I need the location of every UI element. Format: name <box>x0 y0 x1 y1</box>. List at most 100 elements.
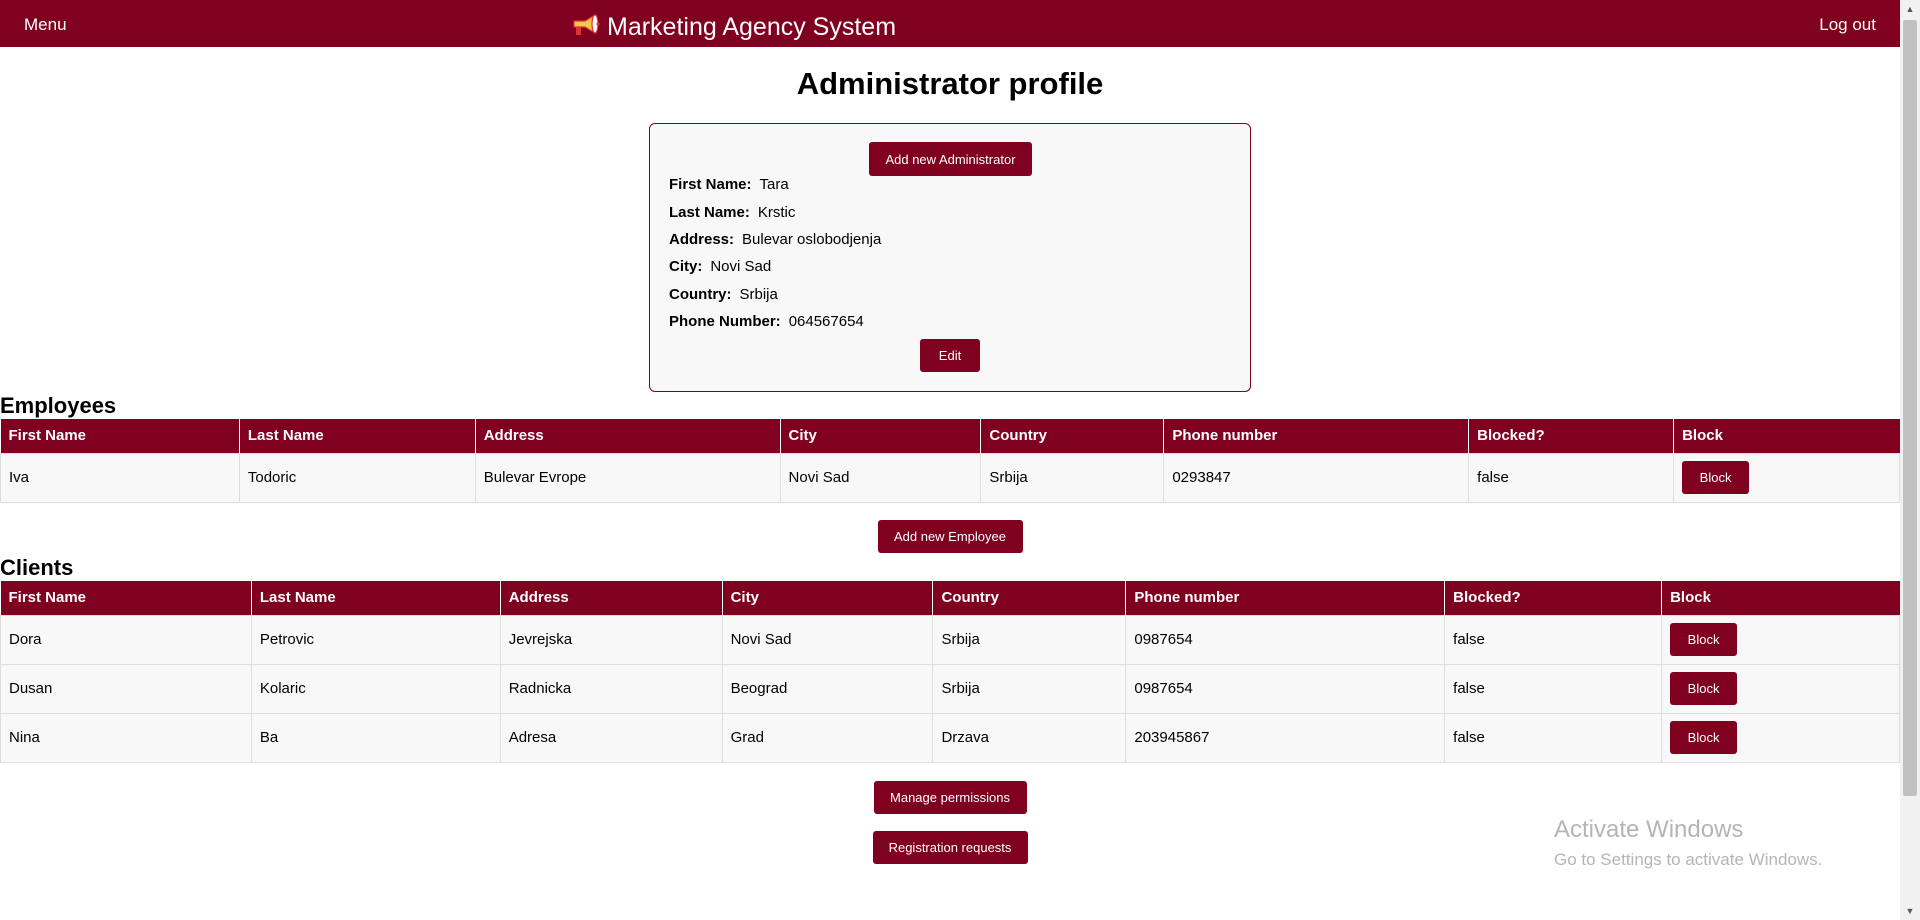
manage-permissions-button[interactable]: Manage permissions <box>873 781 1027 814</box>
cell-country: Drzava <box>932 712 1127 763</box>
field-label: City: <box>669 258 703 275</box>
cell-phone: 0987654 <box>1125 614 1446 665</box>
cell-last-name: Ba <box>250 712 501 763</box>
activate-windows-watermark: Activate Windows Go to Settings to activ… <box>1554 816 1822 870</box>
registration-requests-button[interactable]: Registration requests <box>872 831 1028 864</box>
add-employee-row: Add new Employee <box>0 520 1900 553</box>
page-title: Administrator profile <box>796 66 1104 101</box>
table-row: Iva Todoric Bulevar Evrope Novi Sad Srbi… <box>0 452 1900 503</box>
scroll-up-icon[interactable]: ▲ <box>1900 0 1920 18</box>
profile-card: Add new Administrator First Name: Tara L… <box>649 123 1251 392</box>
column-header: City <box>721 581 933 615</box>
cell-city: Novi Sad <box>721 614 934 665</box>
app-title: Marketing Agency System <box>571 12 896 43</box>
cell-blocked: false <box>1444 614 1663 665</box>
menu-button[interactable]: Menu <box>24 15 67 35</box>
block-client-button[interactable]: Block <box>1670 623 1738 656</box>
field-address: Address: Bulevar oslobodjenja <box>669 231 881 248</box>
cell-address: Bulevar Evrope <box>474 452 781 503</box>
block-client-button[interactable]: Block <box>1670 721 1738 754</box>
block-client-button[interactable]: Block <box>1670 672 1738 705</box>
table-row: Nina Ba Adresa Grad Drzava 203945867 fal… <box>0 712 1900 763</box>
column-header: First Name <box>0 419 240 453</box>
cell-first-name: Dora <box>0 614 252 665</box>
column-header: Country <box>980 419 1164 453</box>
table-row: Dora Petrovic Jevrejska Novi Sad Srbija … <box>0 614 1900 665</box>
cell-city: Grad <box>721 712 934 763</box>
cell-blocked: false <box>1444 712 1663 763</box>
cell-country: Srbija <box>932 614 1127 665</box>
column-header: Country <box>932 581 1126 615</box>
clients-heading: Clients <box>0 555 74 580</box>
app-title-text: Marketing Agency System <box>607 13 897 41</box>
field-value: Srbija <box>739 286 778 303</box>
cell-last-name: Todoric <box>238 452 476 503</box>
cell-action: Block <box>1661 614 1900 665</box>
add-administrator-button[interactable]: Add new Administrator <box>869 142 1032 176</box>
cell-action: Block <box>1661 712 1900 763</box>
field-label: Address: <box>669 231 735 248</box>
cell-first-name: Nina <box>0 712 252 763</box>
cell-blocked: false <box>1468 452 1675 503</box>
column-header: Last Name <box>250 581 501 615</box>
logout-button[interactable]: Log out <box>1819 15 1876 35</box>
column-header: Last Name <box>238 419 476 453</box>
cell-phone: 203945867 <box>1125 712 1446 763</box>
column-header: Phone number <box>1163 419 1469 453</box>
cell-address: Adresa <box>499 712 723 763</box>
top-navbar: Menu Marketing Agency System Log out <box>0 0 1900 47</box>
cell-phone: 0987654 <box>1125 663 1446 714</box>
megaphone-icon <box>571 12 601 43</box>
cell-phone: 0293847 <box>1163 452 1470 503</box>
scroll-down-icon[interactable]: ▼ <box>1900 902 1920 920</box>
add-employee-button[interactable]: Add new Employee <box>877 520 1023 553</box>
field-city: City: Novi Sad <box>669 258 771 275</box>
block-employee-button[interactable]: Block <box>1682 461 1750 494</box>
column-header: Address <box>474 419 781 453</box>
cell-last-name: Kolaric <box>250 663 501 714</box>
column-header: Address <box>499 581 723 615</box>
cell-address: Jevrejska <box>499 614 723 665</box>
manage-permissions-row: Manage permissions <box>0 781 1900 814</box>
cell-blocked: false <box>1444 663 1663 714</box>
field-label: Country: <box>669 286 732 303</box>
clients-table: First Name Last Name Address City Countr… <box>0 581 1900 763</box>
table-header-row: First Name Last Name Address City Countr… <box>0 419 1900 453</box>
column-header: Phone number <box>1125 581 1445 615</box>
watermark-subtitle: Go to Settings to activate Windows. <box>1554 850 1823 869</box>
column-header: City <box>779 419 981 453</box>
watermark-title: Activate Windows <box>1554 816 1744 843</box>
field-value: Krstic <box>757 204 796 221</box>
column-header: Block <box>1673 419 1900 453</box>
field-value: Tara <box>759 176 789 193</box>
page-scrollbar[interactable]: ▲ ▼ <box>1900 0 1920 920</box>
field-label: Last Name: <box>669 204 750 221</box>
column-header: Block <box>1661 581 1900 615</box>
cell-address: Radnicka <box>499 663 723 714</box>
field-value: Bulevar oslobodjenja <box>742 231 882 248</box>
cell-action: Block <box>1673 452 1900 503</box>
field-country: Country: Srbija <box>669 286 778 303</box>
field-value: 064567654 <box>788 313 864 330</box>
field-value: Novi Sad <box>710 258 772 275</box>
cell-last-name: Petrovic <box>250 614 501 665</box>
cell-city: Beograd <box>721 663 934 714</box>
cell-first-name: Dusan <box>0 663 252 714</box>
cell-action: Block <box>1661 663 1900 714</box>
cell-first-name: Iva <box>0 452 240 503</box>
field-label: Phone Number: <box>669 313 781 330</box>
column-header: First Name <box>0 581 252 615</box>
scroll-thumb[interactable] <box>1903 20 1917 796</box>
edit-profile-button[interactable]: Edit <box>920 339 980 372</box>
field-label: First Name: <box>669 176 752 193</box>
cell-city: Novi Sad <box>779 452 982 503</box>
table-row: Dusan Kolaric Radnicka Beograd Srbija 09… <box>0 663 1900 714</box>
employees-table: First Name Last Name Address City Countr… <box>0 419 1900 503</box>
field-first-name: First Name: Tara <box>669 176 789 193</box>
column-header: Blocked? <box>1444 581 1662 615</box>
field-phone-number: Phone Number: 064567654 <box>669 313 864 330</box>
cell-country: Srbija <box>980 452 1165 503</box>
employees-heading: Employees <box>0 393 117 418</box>
column-header: Blocked? <box>1468 419 1674 453</box>
table-header-row: First Name Last Name Address City Countr… <box>0 581 1900 615</box>
